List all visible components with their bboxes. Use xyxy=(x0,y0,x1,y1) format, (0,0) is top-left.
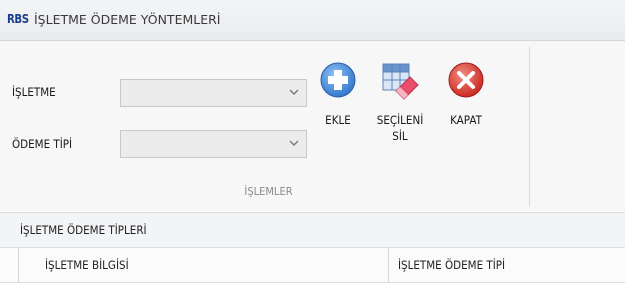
column-header-isletme-bilgisi[interactable]: İŞLETME BİLGİSİ xyxy=(45,258,129,272)
row-indicator-column xyxy=(18,248,19,282)
title-bar: RBS İŞLETME ÖDEME YÖNTEMLERİ xyxy=(0,0,625,41)
add-button-label: EKLE xyxy=(325,113,351,127)
delete-selected-label-line1: SEÇİLENİ xyxy=(376,113,424,127)
grid-panel: İŞLETME ÖDEME TİPLERİ İŞLETME BİLGİSİ İŞ… xyxy=(0,212,625,292)
delete-selected-button[interactable]: SEÇİLENİ SİL xyxy=(370,61,430,181)
grid-panel-header: İŞLETME ÖDEME TİPLERİ xyxy=(0,213,625,248)
odeme-tipi-combo[interactable] xyxy=(120,130,307,158)
grid-panel-title: İŞLETME ÖDEME TİPLERİ xyxy=(20,223,147,237)
chevron-down-icon xyxy=(289,140,299,146)
app-logo: RBS xyxy=(7,12,29,26)
plus-circle-icon xyxy=(320,62,356,98)
odeme-tipi-label: ÖDEME TİPİ xyxy=(12,137,73,151)
eraser-icon xyxy=(382,63,419,100)
ribbon: İŞLETME ÖDEME TİPİ EKLE SEÇİLENİ SİL KAP… xyxy=(0,41,625,211)
ribbon-group-islemler: İŞLETME ÖDEME TİPİ EKLE SEÇİLENİ SİL KAP… xyxy=(8,47,530,207)
isletme-label: İŞLETME xyxy=(12,85,56,99)
close-button[interactable]: KAPAT xyxy=(436,61,496,161)
column-header-isletme-odeme-tipi[interactable]: İŞLETME ÖDEME TİPİ xyxy=(398,258,505,272)
ribbon-group-caption: İŞLEMLER xyxy=(244,185,293,198)
isletme-combo[interactable] xyxy=(120,79,307,107)
close-circle-icon xyxy=(448,62,484,98)
column-divider[interactable] xyxy=(388,248,389,282)
grid-column-header-row: İŞLETME BİLGİSİ İŞLETME ÖDEME TİPİ xyxy=(0,248,625,283)
window-title: İŞLETME ÖDEME YÖNTEMLERİ xyxy=(34,12,221,27)
close-button-label: KAPAT xyxy=(450,113,482,127)
delete-selected-label-line2: SİL xyxy=(392,129,408,143)
add-button[interactable]: EKLE xyxy=(313,61,363,161)
chevron-down-icon xyxy=(289,89,299,95)
